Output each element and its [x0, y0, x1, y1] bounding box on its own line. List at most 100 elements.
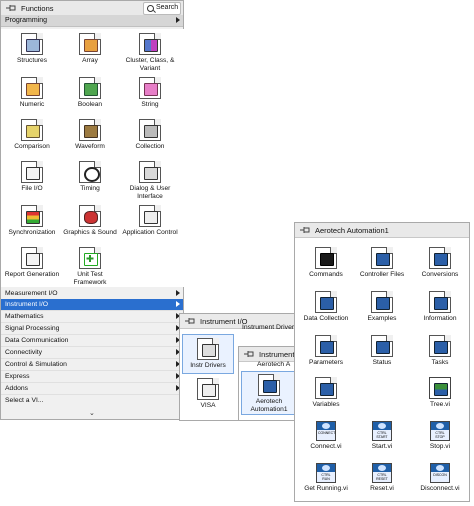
- programming-title: Programming: [5, 17, 48, 24]
- palette-item-start-vi[interactable]: CTRL START Start.vi: [353, 421, 411, 451]
- parameters-icon: [315, 335, 337, 357]
- palette-item-unit-test[interactable]: Unit Test Framework: [61, 247, 119, 286]
- category-mathematics[interactable]: Mathematics: [1, 311, 183, 323]
- palette-item-get-running-vi[interactable]: CTRL RUN Get Running.vi: [297, 463, 355, 493]
- instrument-drivers-titlebar[interactable]: Instrument: [239, 347, 299, 362]
- category-data-communication[interactable]: Data Communication: [1, 335, 183, 347]
- palette-item-label: Timing: [80, 185, 100, 192]
- palette-item-variables[interactable]: Variables: [297, 377, 355, 409]
- palette-item-tasks[interactable]: Tasks: [411, 335, 469, 367]
- instrument-drivers-icon: [197, 338, 219, 360]
- graphics-icon: [79, 205, 101, 227]
- reset-icon: CTRL RESET: [372, 463, 392, 483]
- functions-palette: Functions Search Programming Structures …: [0, 0, 185, 420]
- category-control-simulation[interactable]: Control & Simulation: [1, 359, 183, 371]
- palette-item-instr-drivers[interactable]: Instr Drivers: [182, 334, 234, 374]
- palette-item-visa[interactable]: VISA: [180, 378, 236, 410]
- category-connectivity[interactable]: Connectivity: [1, 347, 183, 359]
- instrument-drivers-subtitle: Instrument Drivers: [242, 324, 298, 331]
- palette-item-report[interactable]: Report Generation: [3, 247, 61, 279]
- palette-item-label: Array: [82, 57, 98, 64]
- palette-item-label: String: [141, 101, 159, 108]
- palette-item-label: File I/O: [21, 185, 43, 192]
- instrument-drivers-palette: Instrument Aerotech A Aerotech Automatio…: [238, 346, 300, 421]
- palette-item-label: Get Running.vi: [304, 485, 348, 492]
- palette-item-label: Dialog & User Interface: [129, 185, 171, 200]
- numeric-icon: [21, 77, 43, 99]
- palette-item-comparison[interactable]: Comparison: [3, 119, 61, 151]
- palette-item-graphics[interactable]: Graphics & Sound: [61, 205, 119, 237]
- palette-item-label: Tree.vi: [430, 401, 450, 408]
- palette-item-label: Tasks: [431, 359, 449, 366]
- aerotech-subtitle: Aerotech A: [257, 361, 291, 368]
- waveform-icon: [79, 119, 101, 141]
- expand-more-icon[interactable]: ⌄: [89, 409, 95, 417]
- category-instrument-io[interactable]: Instrument I/O: [1, 299, 183, 311]
- palette-item-label: Parameters: [308, 359, 344, 366]
- category-label: Select a VI...: [5, 397, 44, 404]
- aerotech-titlebar[interactable]: Aerotech Automation1: [295, 223, 469, 238]
- palette-item-string[interactable]: String: [121, 77, 179, 109]
- aerotech-palette: Aerotech Automation1 Commands Controller…: [294, 222, 470, 502]
- pushpin-icon[interactable]: [184, 317, 196, 325]
- palette-item-conversions[interactable]: Conversions: [411, 247, 469, 279]
- palette-item-aerotech-automation1[interactable]: Aerotech Automation1: [241, 371, 297, 415]
- category-signal-processing[interactable]: Signal Processing: [1, 323, 183, 335]
- palette-item-controller-files[interactable]: Controller Files: [353, 247, 411, 279]
- examples-icon: [371, 291, 393, 313]
- palette-item-label: Variables: [312, 401, 340, 408]
- palette-item-reset-vi[interactable]: CTRL RESET Reset.vi: [353, 463, 411, 493]
- palette-item-information[interactable]: Information: [411, 291, 469, 323]
- palette-item-label: Status: [372, 359, 392, 366]
- instrument-drivers-title: Instrument: [259, 350, 295, 359]
- boolean-icon: [79, 77, 101, 99]
- unit-test-icon: [79, 247, 101, 269]
- category-express[interactable]: Express: [1, 371, 183, 383]
- palette-item-label: Aerotech Automation1: [250, 398, 288, 413]
- palette-item-label: Comparison: [14, 143, 50, 150]
- search-label: Search: [156, 4, 179, 11]
- palette-item-cluster[interactable]: Cluster, Class, & Variant: [121, 33, 179, 72]
- palette-item-parameters[interactable]: Parameters: [297, 335, 355, 367]
- category-addons[interactable]: Addons: [1, 383, 183, 395]
- palette-item-numeric[interactable]: Numeric: [3, 77, 61, 109]
- palette-item-tree-vi[interactable]: Tree.vi: [411, 377, 469, 409]
- pushpin-icon[interactable]: [299, 226, 311, 234]
- palette-item-synchronization[interactable]: Synchronization: [3, 205, 61, 237]
- palette-item-dialog[interactable]: Dialog & User Interface: [121, 161, 179, 200]
- search-button[interactable]: Search: [143, 2, 181, 15]
- palette-item-waveform[interactable]: Waveform: [61, 119, 119, 151]
- application-control-icon: [139, 205, 161, 227]
- palette-item-timing[interactable]: Timing: [61, 161, 119, 193]
- programming-category[interactable]: Programming: [1, 15, 183, 27]
- file-io-icon: [21, 161, 43, 183]
- pushpin-icon[interactable]: [5, 4, 17, 12]
- comparison-icon: [21, 119, 43, 141]
- instrument-io-title: Instrument I/O: [200, 317, 248, 326]
- palette-item-status[interactable]: Status: [353, 335, 411, 367]
- palette-item-array[interactable]: Array: [61, 33, 119, 65]
- palette-item-label: Cluster, Class, & Variant: [125, 57, 175, 72]
- palette-item-data-collection[interactable]: Data Collection: [297, 291, 355, 323]
- palette-item-commands[interactable]: Commands: [297, 247, 355, 279]
- palette-item-stop-vi[interactable]: CTRL STOP Stop.vi: [411, 421, 469, 451]
- palette-item-label: Graphics & Sound: [63, 229, 117, 236]
- palette-item-connect-vi[interactable]: CONNECT Connect.vi: [297, 421, 355, 451]
- palette-item-examples[interactable]: Examples: [353, 291, 411, 323]
- pushpin-icon[interactable]: [243, 350, 255, 358]
- palette-item-structures[interactable]: Structures: [3, 33, 61, 65]
- palette-item-collection[interactable]: Collection: [121, 119, 179, 151]
- palette-item-file-io[interactable]: File I/O: [3, 161, 61, 193]
- data-collection-icon: [315, 291, 337, 313]
- tasks-icon: [429, 335, 451, 357]
- functions-titlebar[interactable]: Functions Search: [1, 1, 183, 16]
- category-select-vi[interactable]: Select a VI...: [1, 395, 183, 406]
- timing-icon: [79, 161, 101, 183]
- palette-item-boolean[interactable]: Boolean: [61, 77, 119, 109]
- report-icon: [21, 247, 43, 269]
- palette-item-application-control[interactable]: Application Control: [121, 205, 179, 237]
- palette-item-disconnect-vi[interactable]: DISCON Disconnect.vi: [411, 463, 469, 493]
- tree-icon: [429, 377, 451, 399]
- category-label: Mathematics: [5, 313, 44, 320]
- category-label: Addons: [5, 385, 29, 392]
